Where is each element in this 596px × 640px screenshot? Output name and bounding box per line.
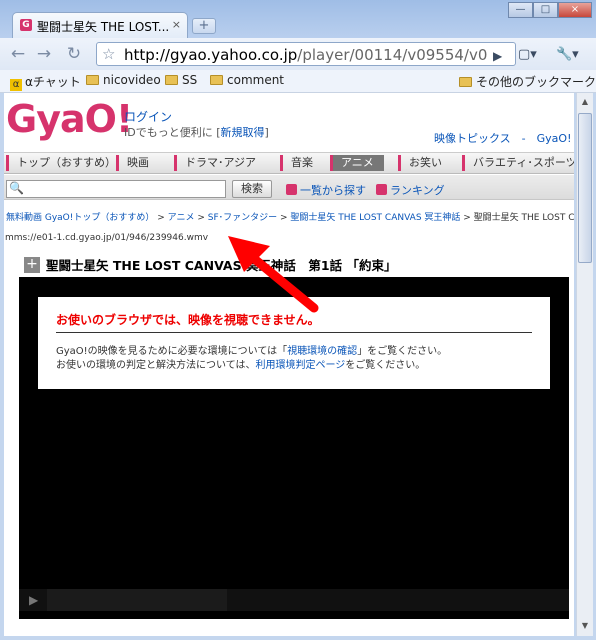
bookmark-folder-ss[interactable]: SS xyxy=(165,73,197,87)
video-topics-link[interactable]: 映像トピックス - GyaO! - xyxy=(434,130,574,146)
browser-toolbar: ← → ↻ ☆ http://gyao.yahoo.co.jp/player/0… xyxy=(0,38,596,71)
scroll-down-arrow-icon[interactable]: ▼ xyxy=(578,619,592,633)
error-line-1: GyaO!の映像を見るために必要な環境については「視聴環境の確認」をご覧ください… xyxy=(56,346,448,357)
login-link[interactable]: ログイン xyxy=(124,108,172,125)
nav-anime[interactable]: アニメ xyxy=(330,155,384,171)
folder-icon xyxy=(459,77,472,87)
folder-icon xyxy=(165,75,178,85)
nav-music[interactable]: 音楽 xyxy=(280,155,313,171)
nav-variety-sports[interactable]: バラエティ･スポーツ xyxy=(462,155,574,171)
ranking-icon xyxy=(376,184,387,195)
error-box: お使いのブラウザでは、映像を視聴できません。 GyaO!の映像を見るために必要な… xyxy=(38,297,550,389)
divider xyxy=(56,332,532,333)
bookmark-alpha-chat[interactable]: α αチャット xyxy=(10,73,81,91)
folder-icon xyxy=(210,75,223,85)
url-path: /player/00114/v09554/v095540 xyxy=(297,46,488,64)
error-title: お使いのブラウザでは、映像を視聴できません。 xyxy=(56,313,320,327)
tab-strip: G 聖闘士星矢 THE LOST... × + — □ × xyxy=(0,0,596,38)
url-host: http://gyao.yahoo.co.jp xyxy=(124,46,298,64)
scroll-up-arrow-icon[interactable]: ▲ xyxy=(578,95,592,109)
browse-list-link[interactable]: 一覧から探す xyxy=(286,182,366,198)
episode-title: 聖闘士星矢 THE LOST CANVAS 冥王神話 第1話 「約束」 xyxy=(46,258,397,273)
vertical-scrollbar[interactable]: ▲ ▼ xyxy=(576,93,593,636)
ranking-link[interactable]: ランキング xyxy=(376,182,445,198)
browser-tab[interactable]: G 聖闘士星矢 THE LOST... × xyxy=(12,12,188,38)
expand-plus-icon[interactable]: + xyxy=(24,257,40,273)
search-icon: 🔍 xyxy=(9,181,24,195)
page-menu-button[interactable]: ▢▾ xyxy=(518,47,537,62)
bookmarks-bar: α αチャット nicovideo SS comment その他のブックマーク xyxy=(0,70,596,93)
nav-drama-asia[interactable]: ドラマ･アジア xyxy=(174,155,256,171)
scroll-thumb[interactable] xyxy=(578,113,592,263)
forward-button[interactable]: → xyxy=(34,44,54,64)
url-text[interactable]: http://gyao.yahoo.co.jp/player/00114/v09… xyxy=(124,46,488,64)
back-button[interactable]: ← xyxy=(8,44,28,64)
login-subtext: IDでもっと便利に [新規取得] xyxy=(124,126,269,139)
tools-menu-button[interactable]: 🔧▾ xyxy=(556,47,579,62)
nav-movies[interactable]: 映画 xyxy=(116,155,149,171)
address-bar[interactable]: ☆ http://gyao.yahoo.co.jp/player/00114/v… xyxy=(96,42,516,66)
breadcrumb-top[interactable]: 無料動画 GyaO!トップ（おすすめ） xyxy=(6,213,154,223)
bookmark-star-icon[interactable]: ☆ xyxy=(102,45,115,63)
nav-comedy[interactable]: お笑い xyxy=(398,155,442,171)
list-icon xyxy=(286,184,297,195)
bookmark-folder-comment[interactable]: comment xyxy=(210,73,284,87)
error-line-2: お使いの環境の判定と解決方法については、利用環境判定ページをご覧ください。 xyxy=(56,360,426,371)
category-nav: トップ（おすすめ） 映画 ドラマ･アジア 音楽 アニメ お笑い バラエティ･スポ… xyxy=(4,152,574,174)
breadcrumb: 無料動画 GyaO!トップ（おすすめ） > アニメ > SF･ファンタジー > … xyxy=(6,210,574,223)
other-bookmarks-folder[interactable]: その他のブックマーク xyxy=(459,73,596,90)
stream-url-text: mms://e01-1.cd.gyao.jp/01/946/239946.wmv xyxy=(5,233,209,243)
play-icon[interactable]: ▶ xyxy=(29,593,38,607)
search-bar: 🔍 検索 一覧から探す ランキング xyxy=(4,175,574,200)
go-button[interactable]: ▶ xyxy=(493,49,502,63)
env-judge-link[interactable]: 利用環境判定ページ xyxy=(256,360,346,371)
breadcrumb-series[interactable]: 聖闘士星矢 THE LOST CANVAS 冥王神話 xyxy=(290,213,460,223)
maximize-button[interactable]: □ xyxy=(533,2,558,18)
close-window-button[interactable]: × xyxy=(558,2,592,18)
breadcrumb-current: 聖闘士星矢 THE LOST CANVAS 冥王 xyxy=(473,213,574,223)
player-controls: ▶ xyxy=(19,589,569,611)
gyao-favicon-icon: G xyxy=(20,19,32,31)
bookmark-folder-nicovideo[interactable]: nicovideo xyxy=(86,73,161,87)
breadcrumb-sf-fantasy[interactable]: SF･ファンタジー xyxy=(208,213,277,223)
folder-icon xyxy=(86,75,99,85)
breadcrumb-anime[interactable]: アニメ xyxy=(168,213,195,223)
new-tab-button[interactable]: + xyxy=(192,18,216,34)
search-button[interactable]: 検索 xyxy=(232,180,272,198)
search-input[interactable]: 🔍 xyxy=(6,180,226,198)
minimize-button[interactable]: — xyxy=(508,2,533,18)
nav-top[interactable]: トップ（おすすめ） xyxy=(6,155,116,171)
register-link[interactable]: 新規取得 xyxy=(221,126,265,139)
seek-bar[interactable] xyxy=(47,589,227,611)
gyao-logo[interactable]: GyaO! xyxy=(6,97,133,141)
tab-title: 聖闘士星矢 THE LOST... xyxy=(37,20,170,34)
tab-close-icon[interactable]: × xyxy=(172,18,181,31)
alpha-icon: α xyxy=(10,79,22,91)
page-viewport: GyaO! ログイン IDでもっと便利に [新規取得] 映像トピックス - Gy… xyxy=(4,93,574,636)
reload-button[interactable]: ↻ xyxy=(64,44,84,64)
